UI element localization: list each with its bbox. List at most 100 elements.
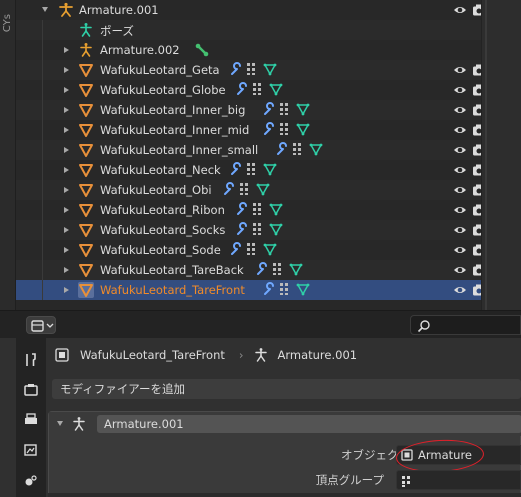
mesh-data-icon[interactable] [263, 62, 277, 76]
expand-triangle-icon[interactable] [64, 267, 69, 273]
visibility-eye-icon[interactable] [453, 103, 467, 117]
vertex-groups-icon[interactable] [246, 162, 260, 176]
expand-triangle-icon[interactable] [64, 47, 69, 53]
vertex-groups-icon[interactable] [292, 142, 306, 156]
expand-triangle-icon[interactable] [64, 247, 69, 253]
visibility-eye-icon[interactable] [453, 83, 467, 97]
modifier-wrench-icon[interactable] [262, 102, 276, 116]
row-label[interactable]: WafukuLeotard_Ribon [100, 203, 225, 217]
modifier-name-field[interactable]: Armature.001 [97, 415, 521, 433]
panel-collapse-icon[interactable] [57, 421, 63, 426]
mesh-data-icon[interactable] [269, 222, 283, 236]
vertex-groups-icon[interactable] [252, 82, 266, 96]
visibility-eye-icon[interactable] [453, 143, 467, 157]
modifier-wrench-icon[interactable] [262, 282, 276, 296]
row-label[interactable]: WafukuLeotard_Geta [100, 63, 220, 77]
outliner-row-mesh[interactable]: WafukuLeotard_Obi [16, 180, 485, 200]
add-modifier-button[interactable]: モディファイアーを追加 [52, 379, 521, 399]
mesh-data-icon[interactable] [256, 182, 270, 196]
scene-tab[interactable] [21, 470, 41, 490]
mesh-data-icon[interactable] [309, 142, 323, 156]
outliner-row-pose[interactable]: ポーズ [16, 20, 481, 40]
outliner-side-tab[interactable]: CYs [0, 0, 16, 310]
properties-search-input[interactable] [410, 315, 521, 335]
mesh-data-icon[interactable] [296, 102, 310, 116]
row-label[interactable]: WafukuLeotard_Socks [100, 223, 225, 237]
modifier-wrench-icon[interactable] [275, 142, 289, 156]
modifier-wrench-icon[interactable] [235, 82, 249, 96]
row-label[interactable]: WafukuLeotard_Inner_small [100, 143, 258, 157]
outliner-row-mesh[interactable]: WafukuLeotard_Ribon [16, 200, 485, 220]
mesh-data-icon[interactable] [296, 282, 310, 296]
mesh-data-icon[interactable] [269, 82, 283, 96]
outliner-row-mesh[interactable]: WafukuLeotard_TareBack [16, 260, 485, 280]
vertex-groups-icon[interactable] [272, 262, 286, 276]
view-layer-tab[interactable] [21, 440, 41, 460]
editor-type-button[interactable] [26, 316, 56, 334]
row-label[interactable]: WafukuLeotard_Sode [100, 243, 221, 257]
modifier-wrench-icon[interactable] [229, 62, 243, 76]
tool-settings-tab[interactable] [21, 350, 41, 370]
outliner-row-mesh[interactable]: WafukuLeotard_Geta [16, 60, 485, 80]
outliner-row-mesh[interactable]: WafukuLeotard_Sode [16, 240, 485, 260]
outliner-row-mesh[interactable]: WafukuLeotard_TareFront [16, 280, 485, 300]
row-label[interactable]: WafukuLeotard_Inner_mid [100, 123, 249, 137]
mesh-data-icon[interactable] [296, 122, 310, 136]
vertex-groups-icon[interactable] [252, 202, 266, 216]
vertex-groups-icon[interactable] [246, 242, 260, 256]
row-label[interactable]: WafukuLeotard_TareBack [100, 263, 244, 277]
outliner-row-mesh[interactable]: WafukuLeotard_Neck [16, 160, 485, 180]
modifier-wrench-icon[interactable] [222, 182, 236, 196]
modifier-wrench-icon[interactable] [235, 202, 249, 216]
visibility-eye-icon[interactable] [453, 263, 467, 277]
outliner-row-mesh[interactable]: WafukuLeotard_Inner_mid [16, 120, 485, 140]
expand-triangle-icon[interactable] [64, 167, 69, 173]
mesh-data-icon[interactable] [263, 162, 277, 176]
bone-icon[interactable] [194, 42, 210, 58]
vertex-groups-icon[interactable] [279, 282, 293, 296]
modifier-wrench-icon[interactable] [255, 262, 269, 276]
row-label[interactable]: WafukuLeotard_TareFront [100, 283, 245, 297]
row-label[interactable]: WafukuLeotard_Neck [100, 163, 221, 177]
mesh-data-icon[interactable] [263, 242, 277, 256]
visibility-eye-icon[interactable] [453, 203, 467, 217]
modifier-wrench-icon[interactable] [235, 222, 249, 236]
expand-triangle-icon[interactable] [64, 207, 69, 213]
outliner-row-mesh[interactable]: WafukuLeotard_Inner_big [16, 100, 485, 120]
outliner-row-armature-002[interactable]: Armature.002 [16, 40, 481, 60]
modifier-wrench-icon[interactable] [229, 162, 243, 176]
expand-triangle-icon[interactable] [64, 287, 69, 293]
render-tab[interactable] [21, 380, 41, 400]
output-tab[interactable] [21, 410, 41, 430]
row-label[interactable]: WafukuLeotard_Globe [100, 83, 226, 97]
vertex-groups-icon[interactable] [279, 122, 293, 136]
row-label[interactable]: WafukuLeotard_Inner_big [100, 103, 245, 117]
visibility-eye-icon[interactable] [453, 3, 467, 17]
outliner-row-mesh[interactable]: WafukuLeotard_Inner_small [16, 140, 485, 160]
expand-triangle-icon[interactable] [64, 187, 69, 193]
outliner-row-mesh[interactable]: WafukuLeotard_Socks [16, 220, 485, 240]
modifier-wrench-icon[interactable] [262, 122, 276, 136]
visibility-eye-icon[interactable] [453, 123, 467, 137]
expand-triangle-icon[interactable] [64, 147, 69, 153]
scrollbar-track[interactable] [485, 0, 487, 310]
row-label[interactable]: ポーズ [100, 23, 134, 39]
visibility-eye-icon[interactable] [453, 283, 467, 297]
mesh-data-icon[interactable] [269, 202, 283, 216]
visibility-eye-icon[interactable] [453, 63, 467, 77]
row-label[interactable]: Armature.001 [79, 3, 159, 17]
row-label[interactable]: WafukuLeotard_Obi [100, 183, 212, 197]
mesh-data-icon[interactable] [289, 262, 303, 276]
vertex-groups-icon[interactable] [246, 62, 260, 76]
visibility-eye-icon[interactable] [453, 183, 467, 197]
expand-triangle-icon[interactable] [64, 67, 69, 73]
visibility-eye-icon[interactable] [453, 163, 467, 177]
vertex-groups-icon[interactable] [279, 102, 293, 116]
outliner-scrollbar-region[interactable] [481, 0, 521, 310]
expand-triangle-icon[interactable] [64, 127, 69, 133]
vertex-groups-icon[interactable] [239, 182, 253, 196]
visibility-eye-icon[interactable] [453, 243, 467, 257]
expand-triangle-icon[interactable] [64, 87, 69, 93]
outliner-row-mesh[interactable]: WafukuLeotard_Globe [16, 80, 485, 100]
expand-triangle-icon[interactable] [64, 107, 69, 113]
